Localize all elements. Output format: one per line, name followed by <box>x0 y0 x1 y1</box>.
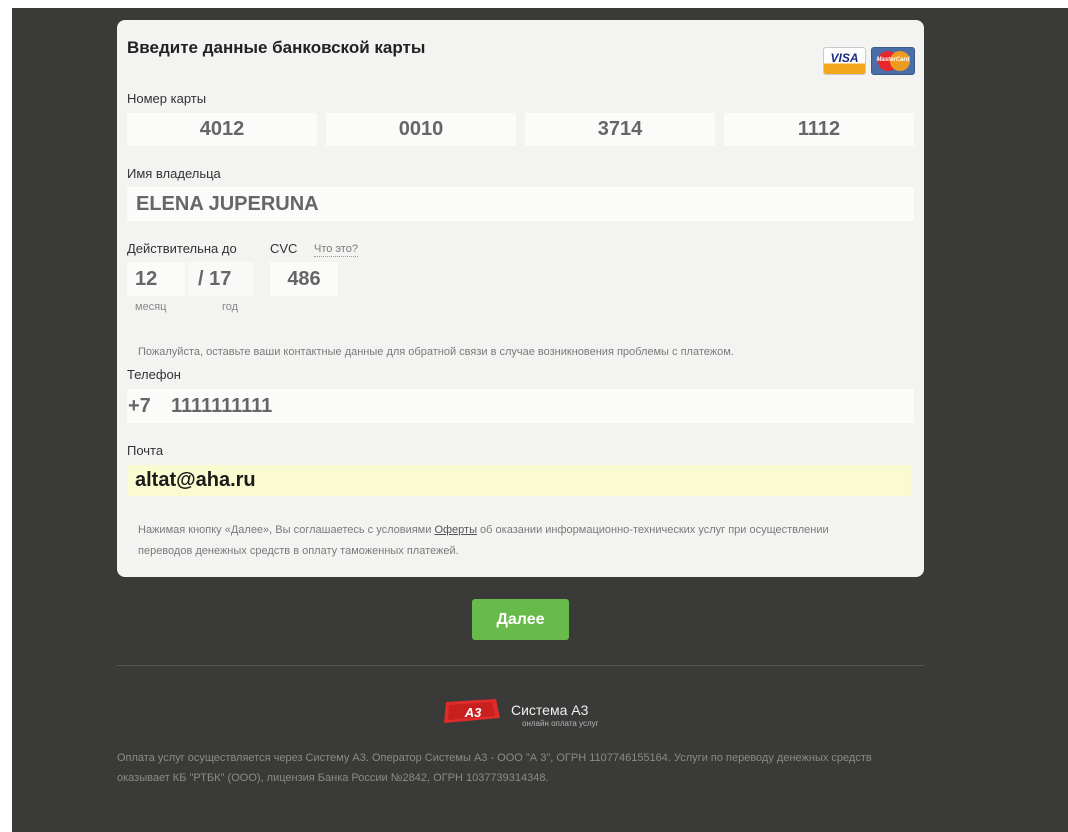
contact-note: Пожалуйста, оставьте ваши контактные дан… <box>138 346 734 358</box>
card-form: Введите данные банковской карты VISA Mas… <box>117 20 924 577</box>
footer-divider <box>117 665 924 666</box>
visa-logo-text: VISA <box>830 51 859 65</box>
a3-logo-icon: А3 <box>444 699 500 723</box>
month-caption: месяц <box>135 301 167 313</box>
phone-prefix: +7 <box>127 389 165 423</box>
expiry-separator: / <box>198 268 204 290</box>
offer-link[interactable]: Оферты <box>434 524 477 536</box>
footer-legal-text: Оплата услуг осуществляется через Систем… <box>117 752 872 784</box>
year-caption: год <box>222 301 239 313</box>
holder-label: Имя владельца <box>127 166 221 181</box>
brand-a3: А3 Система А3 онлайн оплата услуг <box>440 696 640 728</box>
email-label: Почта <box>127 443 164 458</box>
cvc-field[interactable]: 486 <box>270 262 338 296</box>
a3-logo-text: А3 <box>464 705 482 720</box>
card-number-field-4[interactable]: 1112 <box>724 113 914 146</box>
phone-label: Телефон <box>127 367 181 382</box>
email-field[interactable]: altat@aha.ru <box>127 465 911 496</box>
card-number-field-2[interactable]: 0010 <box>326 113 516 146</box>
brand-tagline: онлайн оплата услуг <box>522 719 599 728</box>
terms-text: Нажимая кнопку «Далее», Вы соглашаетесь … <box>138 520 878 562</box>
mastercard-logo-text: MasterCard <box>876 57 910 63</box>
card-number-label: Номер карты <box>127 91 207 106</box>
expiry-label: Действительна до <box>127 241 237 256</box>
cvc-label: CVC <box>270 241 298 256</box>
visa-logo: VISA <box>823 47 866 75</box>
terms-text-before: Нажимая кнопку «Далее», Вы соглашаетесь … <box>138 524 435 536</box>
expiry-month-field[interactable]: 12 <box>127 262 185 296</box>
brand-name: Система А3 <box>511 702 589 718</box>
card-number-field-3[interactable]: 3714 <box>525 113 715 146</box>
next-button[interactable]: Далее <box>472 599 569 640</box>
form-title: Введите данные банковской карты <box>127 38 426 57</box>
expiry-year-value: 17 <box>209 268 232 290</box>
mastercard-logo: MasterCard <box>871 47 915 75</box>
holder-name-field[interactable]: ELENA JUPERUNA <box>127 187 914 221</box>
expiry-year-field[interactable]: / 17 <box>188 262 254 296</box>
phone-field[interactable]: 1111111111 <box>163 389 914 423</box>
cvc-help-link[interactable]: Что это? <box>314 243 358 257</box>
card-number-field-1[interactable]: 4012 <box>127 113 317 146</box>
